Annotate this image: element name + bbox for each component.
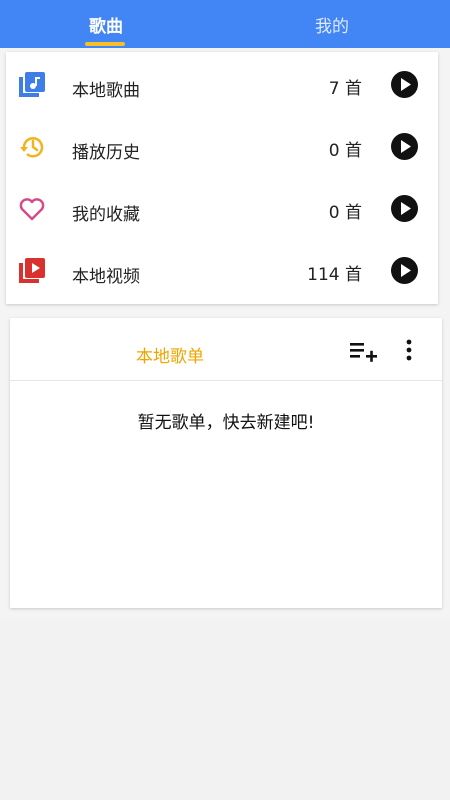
tab-songs[interactable]: 歌曲 xyxy=(56,0,156,48)
playlist-title: 本地歌单 xyxy=(136,347,204,367)
video-library-icon xyxy=(18,257,46,285)
bottom-blank-area xyxy=(0,620,450,800)
play-icon xyxy=(401,78,411,91)
library-row-favorites[interactable]: 我的收藏 0 首 xyxy=(6,178,438,240)
play-icon xyxy=(401,140,411,153)
library-row-count: 114 首 xyxy=(307,265,362,285)
play-icon xyxy=(401,264,411,277)
divider xyxy=(10,380,442,381)
library-row-local-songs[interactable]: 本地歌曲 7 首 xyxy=(6,54,438,116)
add-playlist-icon[interactable] xyxy=(350,340,378,362)
play-button[interactable] xyxy=(391,133,418,160)
more-options-icon[interactable] xyxy=(402,338,416,362)
library-row-history[interactable]: 播放历史 0 首 xyxy=(6,116,438,178)
history-icon xyxy=(18,133,46,161)
library-row-label: 我的收藏 xyxy=(72,205,140,225)
heart-icon xyxy=(18,195,46,223)
library-row-count: 0 首 xyxy=(328,141,362,161)
play-icon xyxy=(401,202,411,215)
music-library-icon xyxy=(18,71,46,99)
play-button[interactable] xyxy=(391,71,418,98)
play-button[interactable] xyxy=(391,195,418,222)
play-button[interactable] xyxy=(391,257,418,284)
empty-playlist-message: 暂无歌单，快去新建吧! xyxy=(137,413,315,433)
top-tab-bar: 歌曲 我的 xyxy=(0,0,450,48)
tab-mine[interactable]: 我的 xyxy=(282,0,382,48)
library-row-local-video[interactable]: 本地视频 114 首 xyxy=(6,240,438,302)
library-row-count: 0 首 xyxy=(328,203,362,223)
library-row-label: 播放历史 xyxy=(72,143,140,163)
library-row-count: 7 首 xyxy=(328,79,362,99)
library-row-label: 本地视频 xyxy=(72,267,140,287)
active-tab-indicator xyxy=(85,42,125,46)
library-card: 本地歌曲 7 首 播放历史 0 首 我的收藏 0 首 本地视频 114 首 xyxy=(6,52,438,304)
library-row-label: 本地歌曲 xyxy=(72,81,140,101)
playlist-card: 本地歌单 暂无歌单，快去新建吧! xyxy=(10,318,442,608)
